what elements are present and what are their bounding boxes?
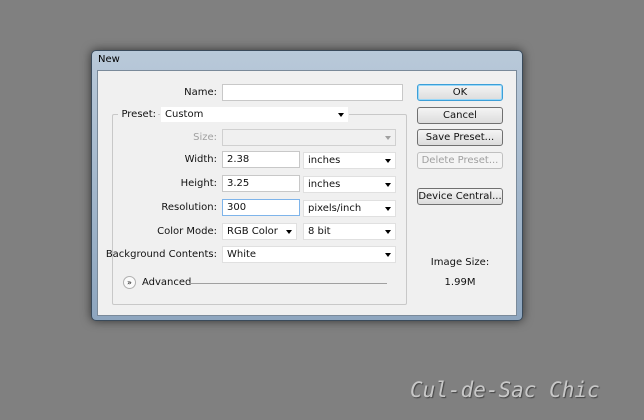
name-input[interactable] — [222, 84, 403, 101]
background-dropdown[interactable]: White — [222, 246, 396, 263]
width-label: Width: — [184, 154, 217, 165]
height-input[interactable]: 3.25 — [222, 175, 300, 192]
resolution-label: Resolution: — [161, 202, 217, 213]
watermark: Cul-de-Sac Chic — [410, 378, 600, 402]
new-document-dialog: New Name: Preset: Custom Size: Width: 2.… — [91, 50, 523, 321]
color-mode-dropdown[interactable]: RGB Color — [222, 223, 297, 240]
color-mode-value: RGB Color — [227, 226, 278, 237]
resolution-input[interactable]: 300 — [222, 199, 300, 216]
dialog-title: New — [98, 54, 120, 65]
height-unit-dropdown[interactable]: inches — [303, 176, 396, 193]
color-mode-label: Color Mode: — [157, 226, 217, 237]
chevron-down-icon — [385, 207, 391, 211]
background-value: White — [227, 249, 257, 260]
delete-preset-button[interactable]: Delete Preset... — [417, 152, 503, 169]
chevron-down-icon — [385, 159, 391, 163]
image-size-label: Image Size: — [430, 257, 490, 268]
height-label: Height: — [180, 178, 217, 189]
name-label: Name: — [184, 87, 217, 98]
chevron-down-icon — [385, 230, 391, 234]
width-unit-dropdown[interactable]: inches — [303, 152, 396, 169]
chevron-down-icon — [385, 183, 391, 187]
chevron-down-icon — [385, 136, 391, 140]
preset-label: Preset: — [118, 106, 158, 123]
width-input[interactable]: 2.38 — [222, 151, 300, 168]
advanced-divider — [189, 283, 387, 284]
resolution-unit-value: pixels/inch — [308, 203, 362, 214]
advanced-label[interactable]: Advanced — [142, 276, 191, 289]
chevron-down-icon — [338, 113, 344, 117]
cancel-button[interactable]: Cancel — [417, 107, 503, 124]
preset-value: Custom — [165, 109, 204, 120]
size-label: Size: — [193, 132, 217, 143]
background-label: Background Contents: — [105, 249, 217, 260]
dialog-body: Name: Preset: Custom Size: Width: 2.38 i… — [97, 70, 517, 316]
chevron-down-icon — [385, 253, 391, 257]
bit-depth-value: 8 bit — [308, 226, 331, 237]
preset-dropdown[interactable]: Custom — [160, 106, 349, 123]
size-dropdown[interactable] — [222, 129, 396, 146]
device-central-button[interactable]: Device Central... — [417, 188, 503, 205]
save-preset-button[interactable]: Save Preset... — [417, 129, 503, 146]
chevron-down-icon — [286, 230, 292, 234]
advanced-expand-icon[interactable]: » — [123, 276, 136, 289]
bit-depth-dropdown[interactable]: 8 bit — [303, 223, 396, 240]
width-unit-value: inches — [308, 155, 341, 166]
resolution-unit-dropdown[interactable]: pixels/inch — [303, 200, 396, 217]
height-unit-value: inches — [308, 179, 341, 190]
image-size-value: 1.99M — [444, 277, 476, 288]
ok-button[interactable]: OK — [417, 84, 503, 101]
